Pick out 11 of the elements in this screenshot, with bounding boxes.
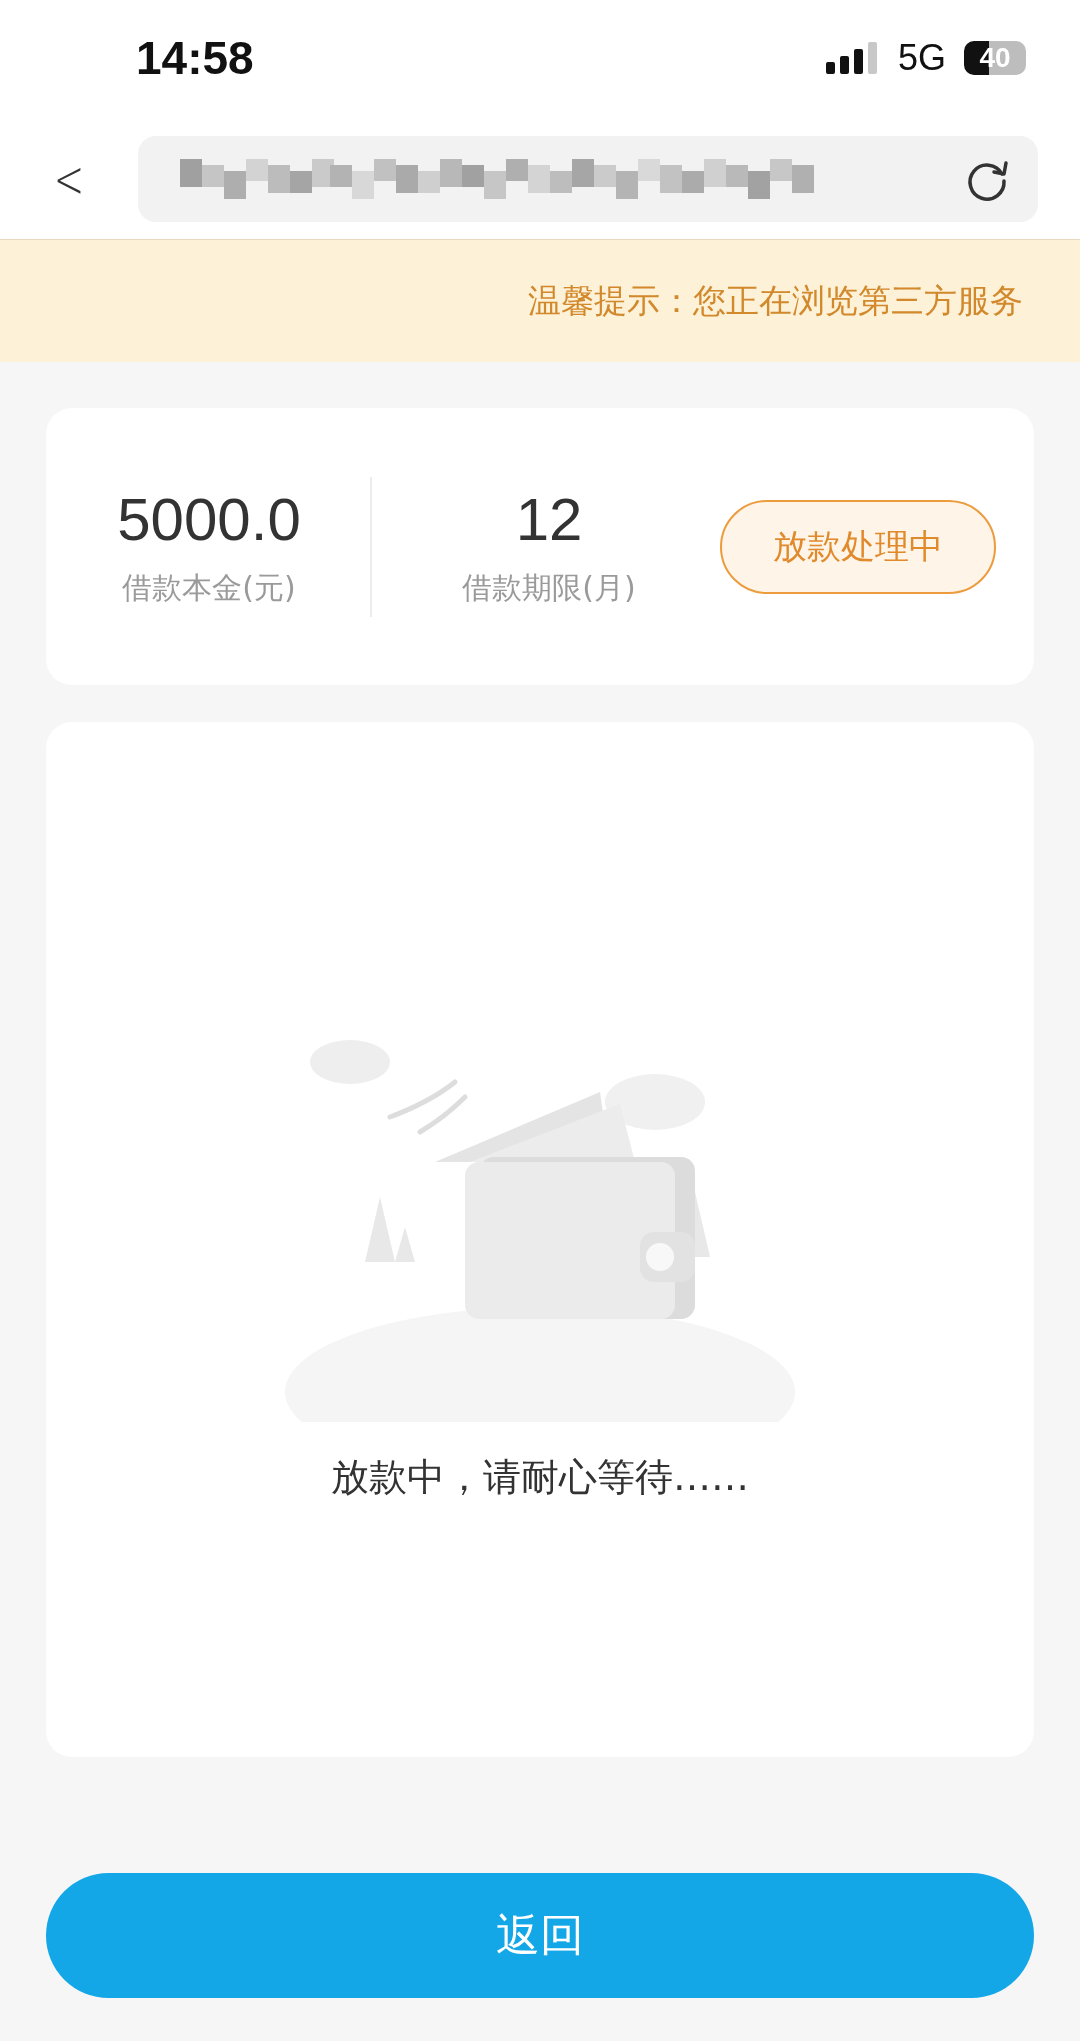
waiting-message: 放款中，请耐心等待…… bbox=[331, 1454, 749, 1501]
status-badge: 放款处理中 bbox=[720, 499, 996, 594]
amount-label: 借款期限(月) bbox=[462, 568, 636, 607]
signal-icon bbox=[825, 42, 880, 74]
clock-time: 14:58 bbox=[136, 31, 254, 85]
amount-label: 借款本金(元) bbox=[122, 568, 296, 607]
network-label: 5G bbox=[897, 37, 946, 79]
notice-text: 温馨提示：您正在浏览第三方服务 bbox=[528, 279, 1023, 322]
back-button[interactable]: < bbox=[20, 136, 118, 222]
amount-value: 5000.0 bbox=[117, 484, 301, 554]
amount-value: 12 bbox=[515, 484, 583, 554]
